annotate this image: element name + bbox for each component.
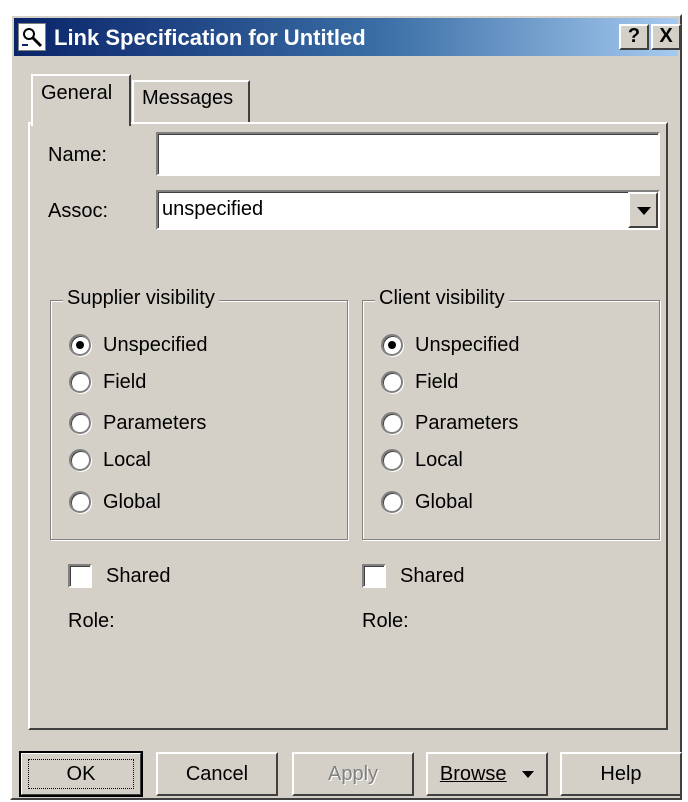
client-radio-unspecified[interactable]: Unspecified — [381, 331, 520, 359]
radio-button[interactable] — [69, 449, 91, 471]
apply-button-label: Apply — [327, 763, 379, 785]
cancel-button[interactable]: Cancel — [156, 752, 278, 796]
supplier-visibility-group: Supplier visibility Unspecified Field Pa… — [50, 287, 348, 540]
radio-label: Unspecified — [103, 333, 208, 356]
client-shared-checkbox[interactable]: Shared — [362, 562, 465, 590]
title-bar[interactable]: Link Specification for Untitled ? X — [14, 18, 681, 56]
supplier-role-label: Role: — [68, 610, 115, 632]
radio-button[interactable] — [381, 334, 403, 356]
radio-button[interactable] — [69, 412, 91, 434]
radio-button[interactable] — [69, 334, 91, 356]
tab-messages-label: Messages — [142, 87, 234, 109]
supplier-radio-unspecified[interactable]: Unspecified — [69, 331, 208, 359]
magnifier-icon — [18, 23, 46, 51]
supplier-radio-global[interactable]: Global — [69, 488, 161, 516]
supplier-radio-local[interactable]: Local — [69, 446, 151, 474]
radio-label: Local — [415, 448, 463, 471]
help-button-label: Help — [600, 763, 642, 785]
client-visibility-group: Client visibility Unspecified Field Para… — [362, 287, 660, 540]
ok-button[interactable]: OK — [19, 751, 143, 797]
link-specification-dialog: Link Specification for Untitled ? X Gene… — [10, 14, 682, 800]
checkbox[interactable] — [68, 564, 92, 588]
radio-label: Field — [103, 370, 147, 393]
client-shared-label: Shared — [400, 564, 465, 587]
help-button[interactable]: Help — [560, 752, 682, 796]
radio-label: Parameters — [415, 411, 519, 434]
tab-general[interactable]: General — [31, 74, 131, 126]
supplier-shared-label: Shared — [106, 564, 171, 587]
window-title: Link Specification for Untitled — [54, 25, 366, 50]
assoc-selected-value: unspecified — [162, 198, 264, 220]
name-label: Name: — [48, 144, 107, 166]
radio-button[interactable] — [381, 449, 403, 471]
assoc-select[interactable]: unspecified — [156, 190, 660, 230]
tab-general-label: General — [41, 82, 113, 104]
radio-button[interactable] — [381, 491, 403, 513]
radio-label: Local — [103, 448, 151, 471]
client-visibility-title: Client visibility — [375, 287, 509, 310]
client-radio-parameters[interactable]: Parameters — [381, 409, 518, 437]
radio-button[interactable] — [381, 371, 403, 393]
supplier-shared-checkbox[interactable]: Shared — [68, 562, 171, 590]
supplier-radio-field[interactable]: Field — [69, 368, 146, 396]
radio-label: Field — [415, 370, 459, 393]
chevron-down-icon — [637, 207, 651, 215]
general-tab-panel: Name: Assoc: unspecified Supplier visibi… — [28, 122, 668, 730]
client-radio-field[interactable]: Field — [381, 368, 458, 396]
radio-button[interactable] — [69, 491, 91, 513]
client-radio-global[interactable]: Global — [381, 488, 473, 516]
client-radio-local[interactable]: Local — [381, 446, 463, 474]
help-caption-button[interactable]: ? — [619, 24, 649, 50]
ok-button-label: OK — [66, 763, 96, 785]
close-button[interactable]: X — [651, 24, 681, 50]
client-role-label: Role: — [362, 610, 409, 632]
radio-label: Parameters — [103, 411, 207, 434]
browse-button-label: Browse — [439, 763, 507, 785]
checkbox[interactable] — [362, 564, 386, 588]
assoc-dropdown-button[interactable] — [628, 192, 658, 228]
supplier-radio-parameters[interactable]: Parameters — [69, 409, 206, 437]
supplier-visibility-title: Supplier visibility — [63, 287, 219, 310]
name-input[interactable] — [156, 132, 660, 176]
radio-label: Unspecified — [415, 333, 520, 356]
radio-button[interactable] — [381, 412, 403, 434]
radio-button[interactable] — [69, 371, 91, 393]
apply-button[interactable]: Apply — [292, 752, 414, 796]
radio-label: Global — [103, 490, 161, 513]
tab-messages[interactable]: Messages — [132, 80, 250, 122]
cancel-button-label: Cancel — [185, 763, 249, 785]
browse-button[interactable]: Browse — [426, 752, 548, 796]
caret-down-icon — [522, 771, 535, 779]
assoc-label: Assoc: — [48, 200, 109, 222]
radio-label: Global — [415, 490, 473, 513]
